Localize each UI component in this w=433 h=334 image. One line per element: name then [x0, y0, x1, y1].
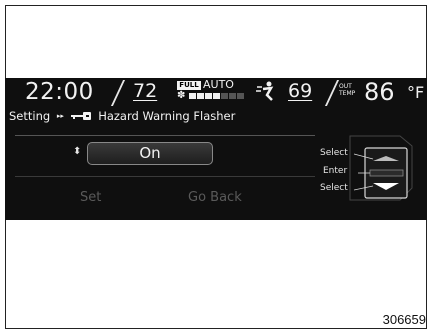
breadcrumb-item: Hazard Warning Flasher: [98, 108, 236, 123]
fan-speed-segment: [213, 93, 220, 99]
go-back-button[interactable]: Go Back: [188, 190, 242, 205]
fan-speed-segment: [237, 93, 244, 99]
outside-label-line2: TEMP: [339, 90, 356, 97]
climate-mode: AUTO: [203, 78, 234, 91]
figure-number: 306659: [382, 312, 426, 327]
divider-slash: [110, 80, 126, 106]
outside-temperature-unit: °F: [407, 83, 425, 102]
fan-speed-segment: [221, 93, 228, 99]
outside-label-line1: OUT: [339, 83, 352, 90]
divider-slash: [324, 80, 340, 106]
setting-value-selector[interactable]: On: [87, 142, 213, 165]
clock: 22:00: [25, 79, 94, 105]
display-screen: 22:00 72 FULL AUTO ✽ 69 OUT TEMP 86 °F S…: [5, 78, 427, 220]
key-icon: [70, 111, 91, 120]
airflow-icon: [256, 81, 274, 101]
breadcrumb-separator: ▸▸: [56, 111, 64, 120]
fan-icon: ✽: [177, 90, 186, 101]
breadcrumb: Setting ▸▸ Hazard Warning Flasher: [9, 108, 236, 123]
fan-speed-segment: [197, 93, 204, 99]
status-bar: 22:00 72 FULL AUTO ✽ 69 OUT TEMP 86 °F: [5, 78, 427, 106]
up-down-arrows-icon: ⬍: [73, 146, 82, 157]
fan-speed-segment: [205, 93, 212, 99]
divider: [15, 176, 315, 177]
divider: [15, 135, 315, 136]
fan-full-badge: FULL: [177, 81, 201, 90]
outside-temperature: 86: [364, 78, 395, 106]
fan-speed-segment: [229, 93, 236, 99]
fan-speed-bar: [189, 93, 244, 99]
breadcrumb-root: Setting: [9, 108, 51, 123]
set-button[interactable]: Set: [80, 190, 101, 205]
fan-speed-segment: [189, 93, 196, 99]
driver-temperature: 72: [133, 80, 158, 102]
passenger-temperature: 69: [288, 80, 313, 102]
outside-temp-label: OUT TEMP: [339, 83, 355, 97]
toggle-switch-icon: [349, 135, 413, 201]
